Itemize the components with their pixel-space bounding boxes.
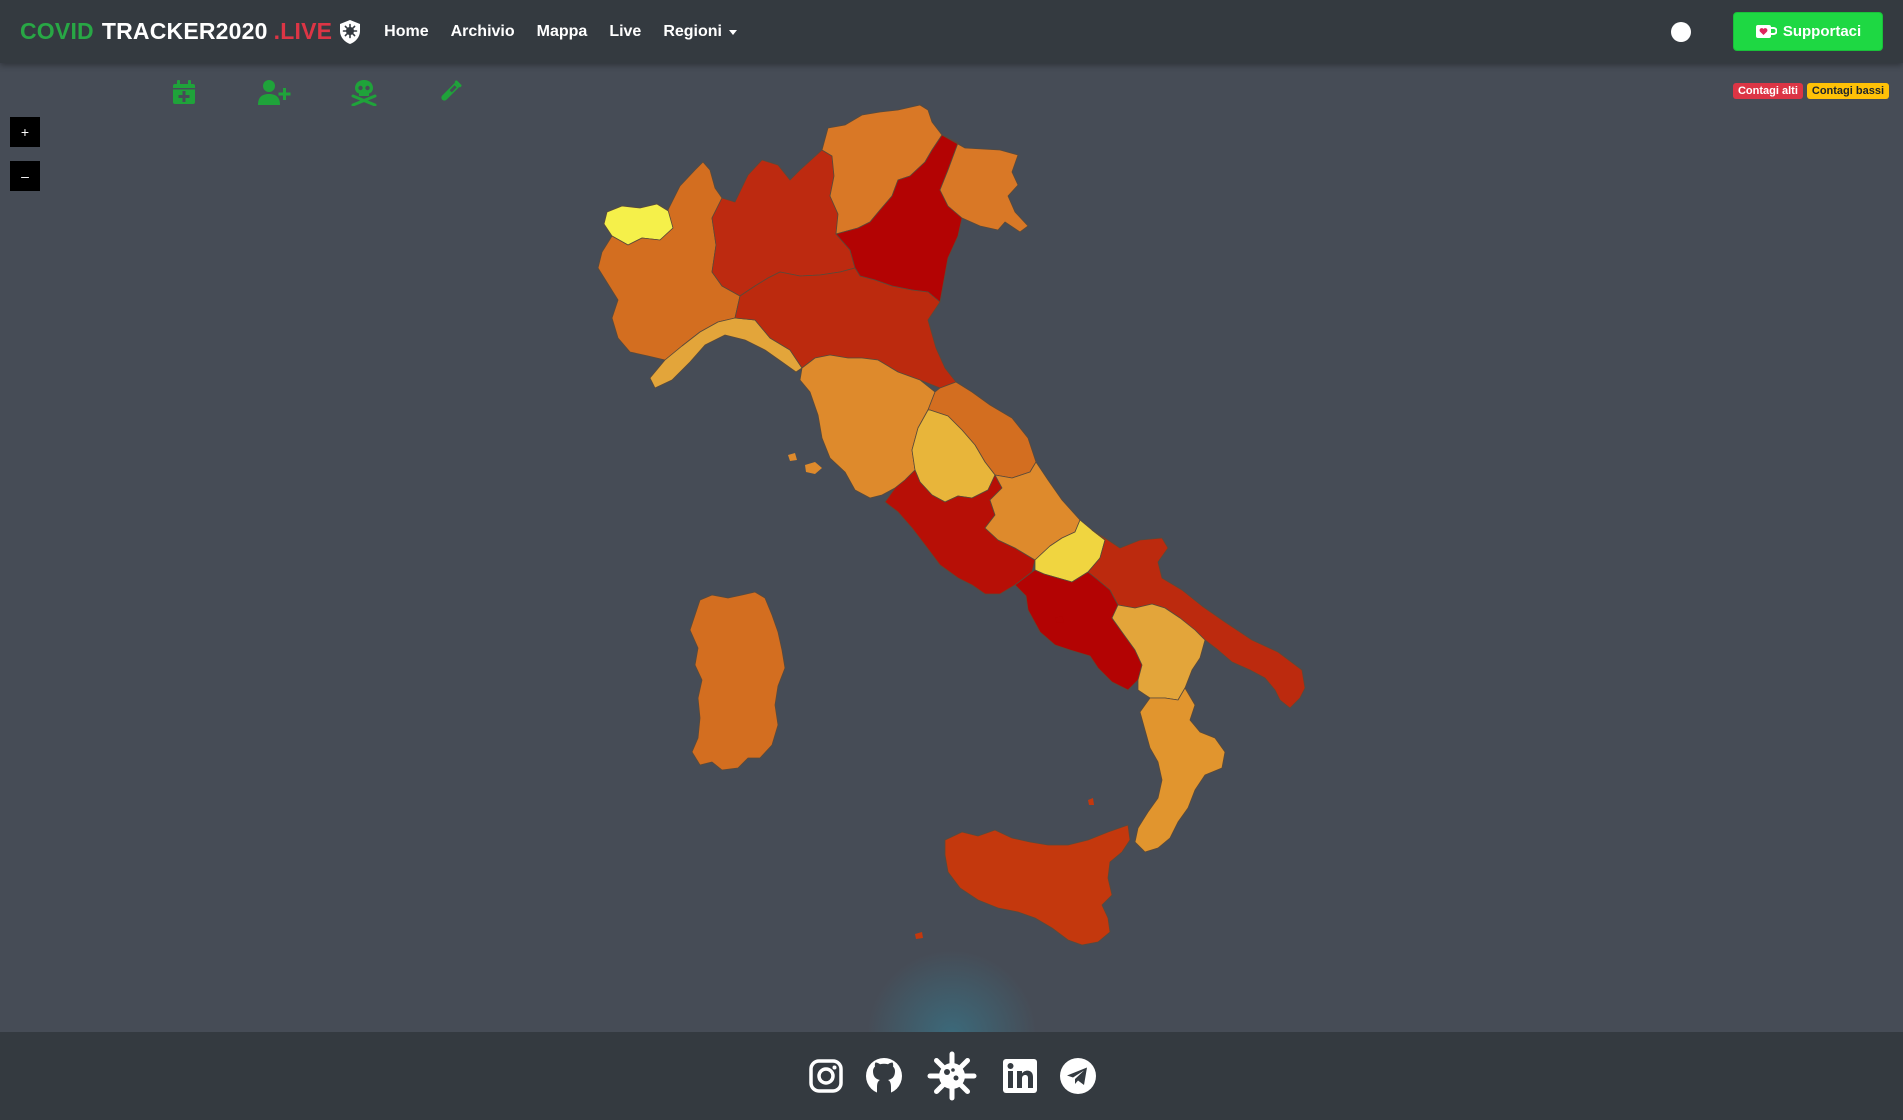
footer — [0, 1032, 1903, 1120]
brand-logo[interactable]: COVID TRACKER2020 .LIVE — [20, 18, 362, 45]
instagram-icon — [808, 1059, 843, 1093]
github-icon — [865, 1058, 902, 1094]
nav-live[interactable]: Live — [609, 23, 641, 41]
brand-tracker: TRACKER2020 — [101, 18, 268, 44]
shield-virus-icon — [340, 19, 361, 44]
coffee-heart-icon — [1755, 24, 1777, 38]
brand-covid: COVID — [20, 18, 94, 44]
region-sicilia[interactable] — [944, 824, 1131, 946]
region-calabria[interactable] — [1134, 687, 1226, 853]
covid-logo-link[interactable] — [925, 1049, 979, 1103]
chevron-down-icon — [729, 30, 737, 35]
nav-regioni-dropdown[interactable]: Regioni — [663, 23, 737, 41]
telegram-link[interactable] — [1059, 1057, 1097, 1095]
telegram-icon — [1059, 1058, 1096, 1094]
region-sardegna[interactable] — [689, 591, 786, 771]
instagram-link[interactable] — [807, 1057, 845, 1095]
navbar: COVID TRACKER2020 .LIVE Home Archivio Ma… — [0, 0, 1903, 63]
nav-mappa[interactable]: Mappa — [537, 23, 588, 41]
theme-toggle[interactable] — [1671, 21, 1691, 42]
nav-archivio[interactable]: Archivio — [451, 23, 515, 41]
nav-regioni-label: Regioni — [663, 22, 722, 40]
support-button[interactable]: Supportaci — [1733, 12, 1883, 51]
github-link[interactable] — [865, 1057, 903, 1095]
support-label: Supportaci — [1782, 23, 1862, 40]
linkedin-link[interactable] — [1001, 1057, 1039, 1095]
italy-choropleth-map[interactable] — [0, 63, 1903, 1032]
nav-home[interactable]: Home — [384, 23, 428, 41]
covid-logo-icon — [927, 1051, 976, 1101]
linkedin-icon — [1002, 1059, 1037, 1093]
brand-live: .LIVE — [273, 18, 333, 44]
